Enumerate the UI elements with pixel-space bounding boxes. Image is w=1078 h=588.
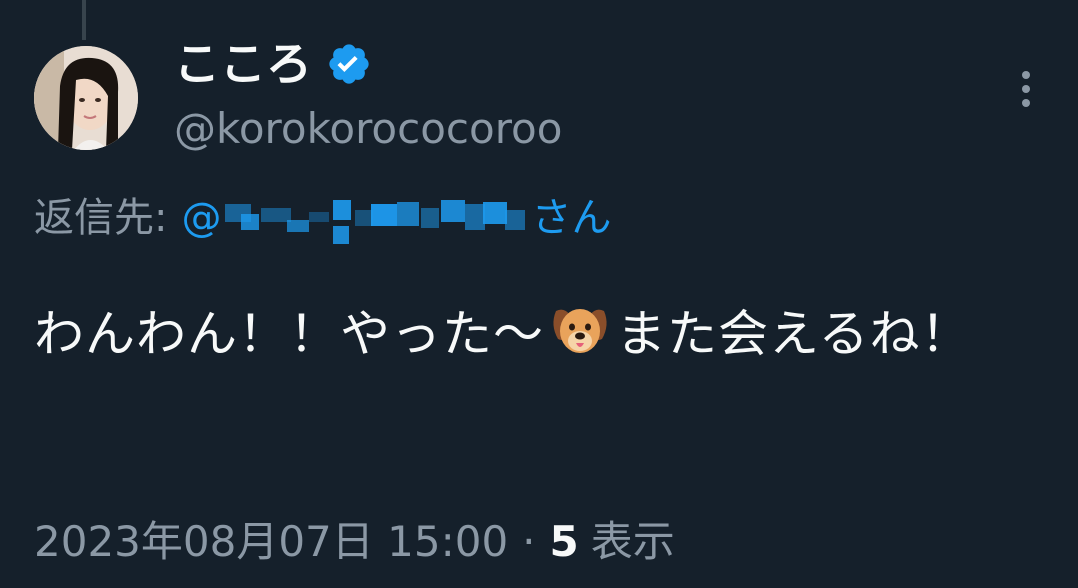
author-row: こころ [174,36,372,92]
redacted-username-mosaic [221,190,531,246]
thread-connector-line [82,0,86,40]
view-count: 5 [549,517,579,566]
tweet-text-part-2: また会えるね！ [616,305,972,363]
meta-separator: · [522,517,536,566]
reply-prefix-label: 返信先: [34,195,168,241]
timestamp-link[interactable]: 2023年08月07日 15:00 [34,512,508,572]
avatar-image [34,46,138,150]
reply-mention-link[interactable]: @ さん [181,190,611,246]
reply-context: 返信先: @ さん [34,190,611,246]
avatar[interactable] [34,46,138,150]
more-vertical-icon [1022,71,1030,107]
verified-badge-icon[interactable] [326,41,372,87]
tweet-meta: 2023年08月07日 15:00 · 5 表示 [34,512,675,572]
display-name[interactable]: こころ [174,36,312,92]
tweet-text: わんわん！！やった〜 また会えるね！ [34,284,1044,384]
mention-suffix: さん [531,195,612,241]
dog-face-emoji-icon [548,294,612,358]
mention-at-sign: @ [181,195,222,241]
more-options-button[interactable] [1004,64,1048,114]
view-count-label: 表示 [590,517,675,566]
author-handle[interactable]: @korokorococoroo [174,104,562,154]
tweet-text-part-1: わんわん！！やった〜 [34,305,544,363]
